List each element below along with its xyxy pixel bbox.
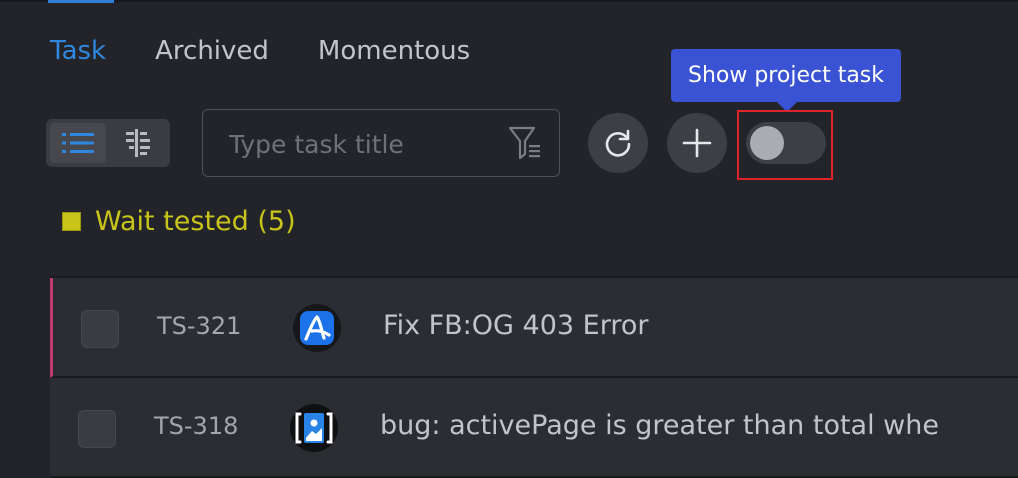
image-icon [290,404,338,452]
view-mode-switcher [46,119,170,167]
show-project-task-tooltip: Show project task [671,49,901,112]
tab-archived[interactable]: Archived [155,34,269,68]
refresh-button[interactable] [588,113,648,173]
task-row[interactable]: TS-318 bug: activePage is greater than t… [50,378,1018,478]
task-row[interactable]: TS-321 Fix FB:OG 403 Error [50,278,1018,378]
list-view-button[interactable] [50,123,106,163]
kanban-icon [126,129,150,157]
highlight-box [737,110,833,180]
group-label: Wait tested (5) [95,206,296,237]
group-header[interactable]: Wait tested (5) [62,206,296,237]
tab-task[interactable]: Task [50,34,106,68]
task-title[interactable]: bug: activePage is greater than total wh… [380,410,939,441]
search-box [202,109,560,177]
task-checkbox[interactable] [78,410,116,448]
task-list: TS-321 Fix FB:OG 403 Error TS-318 bug: a… [50,276,1018,478]
group-color-marker [62,212,81,231]
task-id: TS-318 [154,412,239,440]
active-tab-indicator [48,0,114,3]
top-border [0,0,1018,2]
plus-icon [682,128,712,158]
list-icon [62,133,94,153]
task-checkbox[interactable] [81,310,119,348]
app-logo-icon [293,304,341,352]
task-title[interactable]: Fix FB:OG 403 Error [383,310,648,341]
kanban-view-button[interactable] [110,123,166,163]
tab-bar: Task Archived Momentous [50,34,519,68]
tab-momentous[interactable]: Momentous [318,34,470,68]
task-id: TS-321 [157,312,242,340]
search-input[interactable] [227,126,501,162]
filter-icon[interactable] [507,124,543,166]
add-task-button[interactable] [667,113,727,173]
refresh-icon [605,129,631,157]
